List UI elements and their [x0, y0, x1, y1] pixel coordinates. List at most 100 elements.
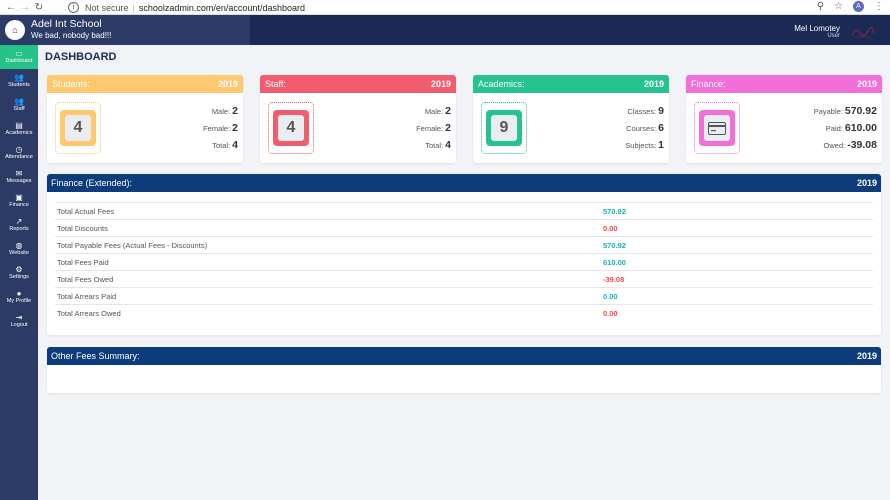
- fin-row-value: 0.00: [603, 309, 618, 318]
- stat-label: Male:: [211, 107, 231, 116]
- url-separator: |: [132, 2, 135, 13]
- brand[interactable]: ⌂ Adel Int School We bad, nobody bad!!!: [0, 15, 250, 45]
- finance-stats: Payable: 570.92 Paid: 610.00 Owed: -39.08: [814, 103, 877, 154]
- staff-card-title: Staff:: [265, 79, 286, 89]
- finance-card-title: Finance:: [691, 79, 726, 89]
- finance-extended-table: Total Actual Fees 570.92 Total Discounts…: [55, 202, 873, 322]
- sidebar-item-finance[interactable]: ▣ Finance: [0, 189, 38, 213]
- staff-count: 4: [278, 115, 304, 141]
- bookmark-star-icon[interactable]: ☆: [834, 1, 843, 12]
- finance-icon-box: [694, 102, 740, 154]
- sidebar-item-messages[interactable]: ✉ Messages: [0, 165, 38, 189]
- monitor-icon: ▭: [15, 49, 23, 58]
- academics-card[interactable]: Academics: 2019 9 Classes: 9 Courses: 6 Su…: [473, 75, 669, 163]
- students-card[interactable]: Students: 2019 4 Male: 2 Female: 2 Total: 4: [47, 75, 243, 163]
- url-text[interactable]: schoolzadmin.com/en/account/dashboard: [139, 3, 305, 13]
- other-fees-title: Other Fees Summary:: [51, 351, 140, 361]
- finance-card-header: Finance: 2019: [686, 75, 882, 93]
- stat-row: Total: 4: [203, 137, 238, 154]
- money-icon: ▣: [15, 193, 23, 202]
- sidebar-item-website[interactable]: ◍ Website: [0, 237, 38, 261]
- sidebar-item-dashboard[interactable]: ▭ Dashboard: [0, 45, 38, 69]
- staff-count-box: 4: [268, 102, 314, 154]
- stat-label: Female:: [416, 124, 444, 133]
- sidebar-item-label: Dashboard: [5, 58, 33, 64]
- profile-avatar[interactable]: A: [853, 1, 864, 12]
- address-bar[interactable]: i Not secure | schoolzadmin.com/en/accou…: [68, 1, 305, 14]
- stat-label: Owed:: [823, 141, 846, 150]
- other-fees-header: Other Fees Summary: 2019: [47, 347, 881, 365]
- stat-label: Total:: [425, 141, 444, 150]
- chart-icon: ↗: [15, 217, 23, 226]
- fin-row-value: 0.00: [603, 291, 618, 301]
- fin-row-value: 570.92: [603, 240, 626, 250]
- stat-row: Female: 2: [416, 120, 451, 137]
- academics-stats: Classes: 9 Courses: 6 Subjects: 1: [625, 103, 664, 154]
- fin-row-value: 610.00: [603, 257, 626, 267]
- sidebar-item-label: Attendance: [5, 154, 33, 160]
- user-info[interactable]: Mel Lomotey User: [794, 24, 840, 39]
- table-row: Total Payable Fees (Actual Fees - Discou…: [55, 237, 873, 254]
- back-arrow-icon[interactable]: ←: [4, 2, 18, 13]
- academics-count: 9: [491, 115, 517, 141]
- students-card-year: 2019: [217, 79, 238, 89]
- zoom-icon[interactable]: ⚲: [817, 1, 824, 12]
- sidebar-item-academics[interactable]: ▤ Academics: [0, 117, 38, 141]
- stat-row: Subjects: 1: [625, 137, 664, 154]
- stat-value: 570.92: [844, 105, 877, 117]
- stat-label: Total:: [212, 141, 231, 150]
- school-tagline: We bad, nobody bad!!!: [31, 31, 112, 40]
- finance-card[interactable]: Finance: 2019 Payable: 570.92 Paid: 610.00…: [686, 75, 882, 163]
- sidebar-item-label: Finance: [9, 202, 29, 208]
- sidebar-item-label: Logout: [10, 322, 28, 328]
- students-card-header: Students: 2019: [47, 75, 243, 93]
- students-count-box: 4: [55, 102, 101, 154]
- staff-card[interactable]: Staff: 2019 4 Male: 2 Female: 2 Total: 4: [260, 75, 456, 163]
- book-icon: ▤: [15, 121, 23, 130]
- menu-dots-icon[interactable]: ⋮: [874, 1, 884, 12]
- credit-card-icon: [704, 115, 730, 141]
- stat-label: Male:: [424, 107, 444, 116]
- stat-value: 2: [232, 105, 238, 117]
- table-row: Total Arrears Paid 0.00: [55, 288, 873, 305]
- sidebar-item-label: Website: [9, 250, 29, 256]
- table-row: Total Arrears Owed 0.00: [55, 305, 873, 322]
- sidebar-item-logout[interactable]: ⇥ Logout: [0, 309, 38, 333]
- sidebar-item-settings[interactable]: ⚙ Settings: [0, 261, 38, 285]
- stat-row: Classes: 9: [625, 103, 664, 120]
- sidebar-item-students[interactable]: 👥 Students: [0, 69, 38, 93]
- stat-row: Owed: -39.08: [814, 137, 877, 154]
- stat-value: 2: [445, 122, 451, 134]
- info-icon[interactable]: i: [68, 2, 79, 13]
- browser-toolbar: ← → ↻ i Not secure | schoolzadmin.com/en…: [0, 0, 890, 15]
- students-stats: Male: 2 Female: 2 Total: 4: [203, 103, 238, 154]
- fin-row-label: Total Discounts: [57, 223, 108, 233]
- stat-label: Subjects:: [625, 141, 657, 150]
- user-role: User: [827, 33, 840, 39]
- sidebar: ▭ Dashboard 👥 Students 👥 Staff ▤ Academi…: [0, 45, 38, 500]
- sidebar-item-label: Settings: [9, 274, 29, 280]
- forward-arrow-icon[interactable]: →: [18, 2, 32, 13]
- globe-icon: ◍: [15, 241, 23, 250]
- stat-row: Paid: 610.00: [814, 120, 877, 137]
- sidebar-item-label: Staff: [13, 106, 25, 112]
- stat-label: Payable:: [813, 107, 843, 116]
- table-row: Total Actual Fees 570.92: [55, 203, 873, 220]
- user-name: Mel Lomotey: [794, 24, 840, 33]
- academics-card-title: Academics:: [478, 79, 525, 89]
- sidebar-item-my-profile[interactable]: ● My Profile: [0, 285, 38, 309]
- stat-value: -39.08: [847, 139, 877, 151]
- stat-value: 2: [232, 122, 238, 134]
- fin-row-label: Total Actual Fees: [57, 206, 115, 216]
- academics-card-year: 2019: [643, 79, 664, 89]
- finance-extended-header: Finance (Extended): 2019: [47, 174, 881, 192]
- user-icon: ●: [16, 289, 22, 298]
- academics-count-box: 9: [481, 102, 527, 154]
- users-icon: 👥: [14, 73, 24, 82]
- table-row: Total Discounts 0.00: [55, 220, 873, 237]
- reload-icon[interactable]: ↻: [32, 2, 46, 13]
- stat-row: Male: 2: [203, 103, 238, 120]
- sidebar-item-reports[interactable]: ↗ Reports: [0, 213, 38, 237]
- sidebar-item-attendance[interactable]: ◷ Attendance: [0, 141, 38, 165]
- sidebar-item-staff[interactable]: 👥 Staff: [0, 93, 38, 117]
